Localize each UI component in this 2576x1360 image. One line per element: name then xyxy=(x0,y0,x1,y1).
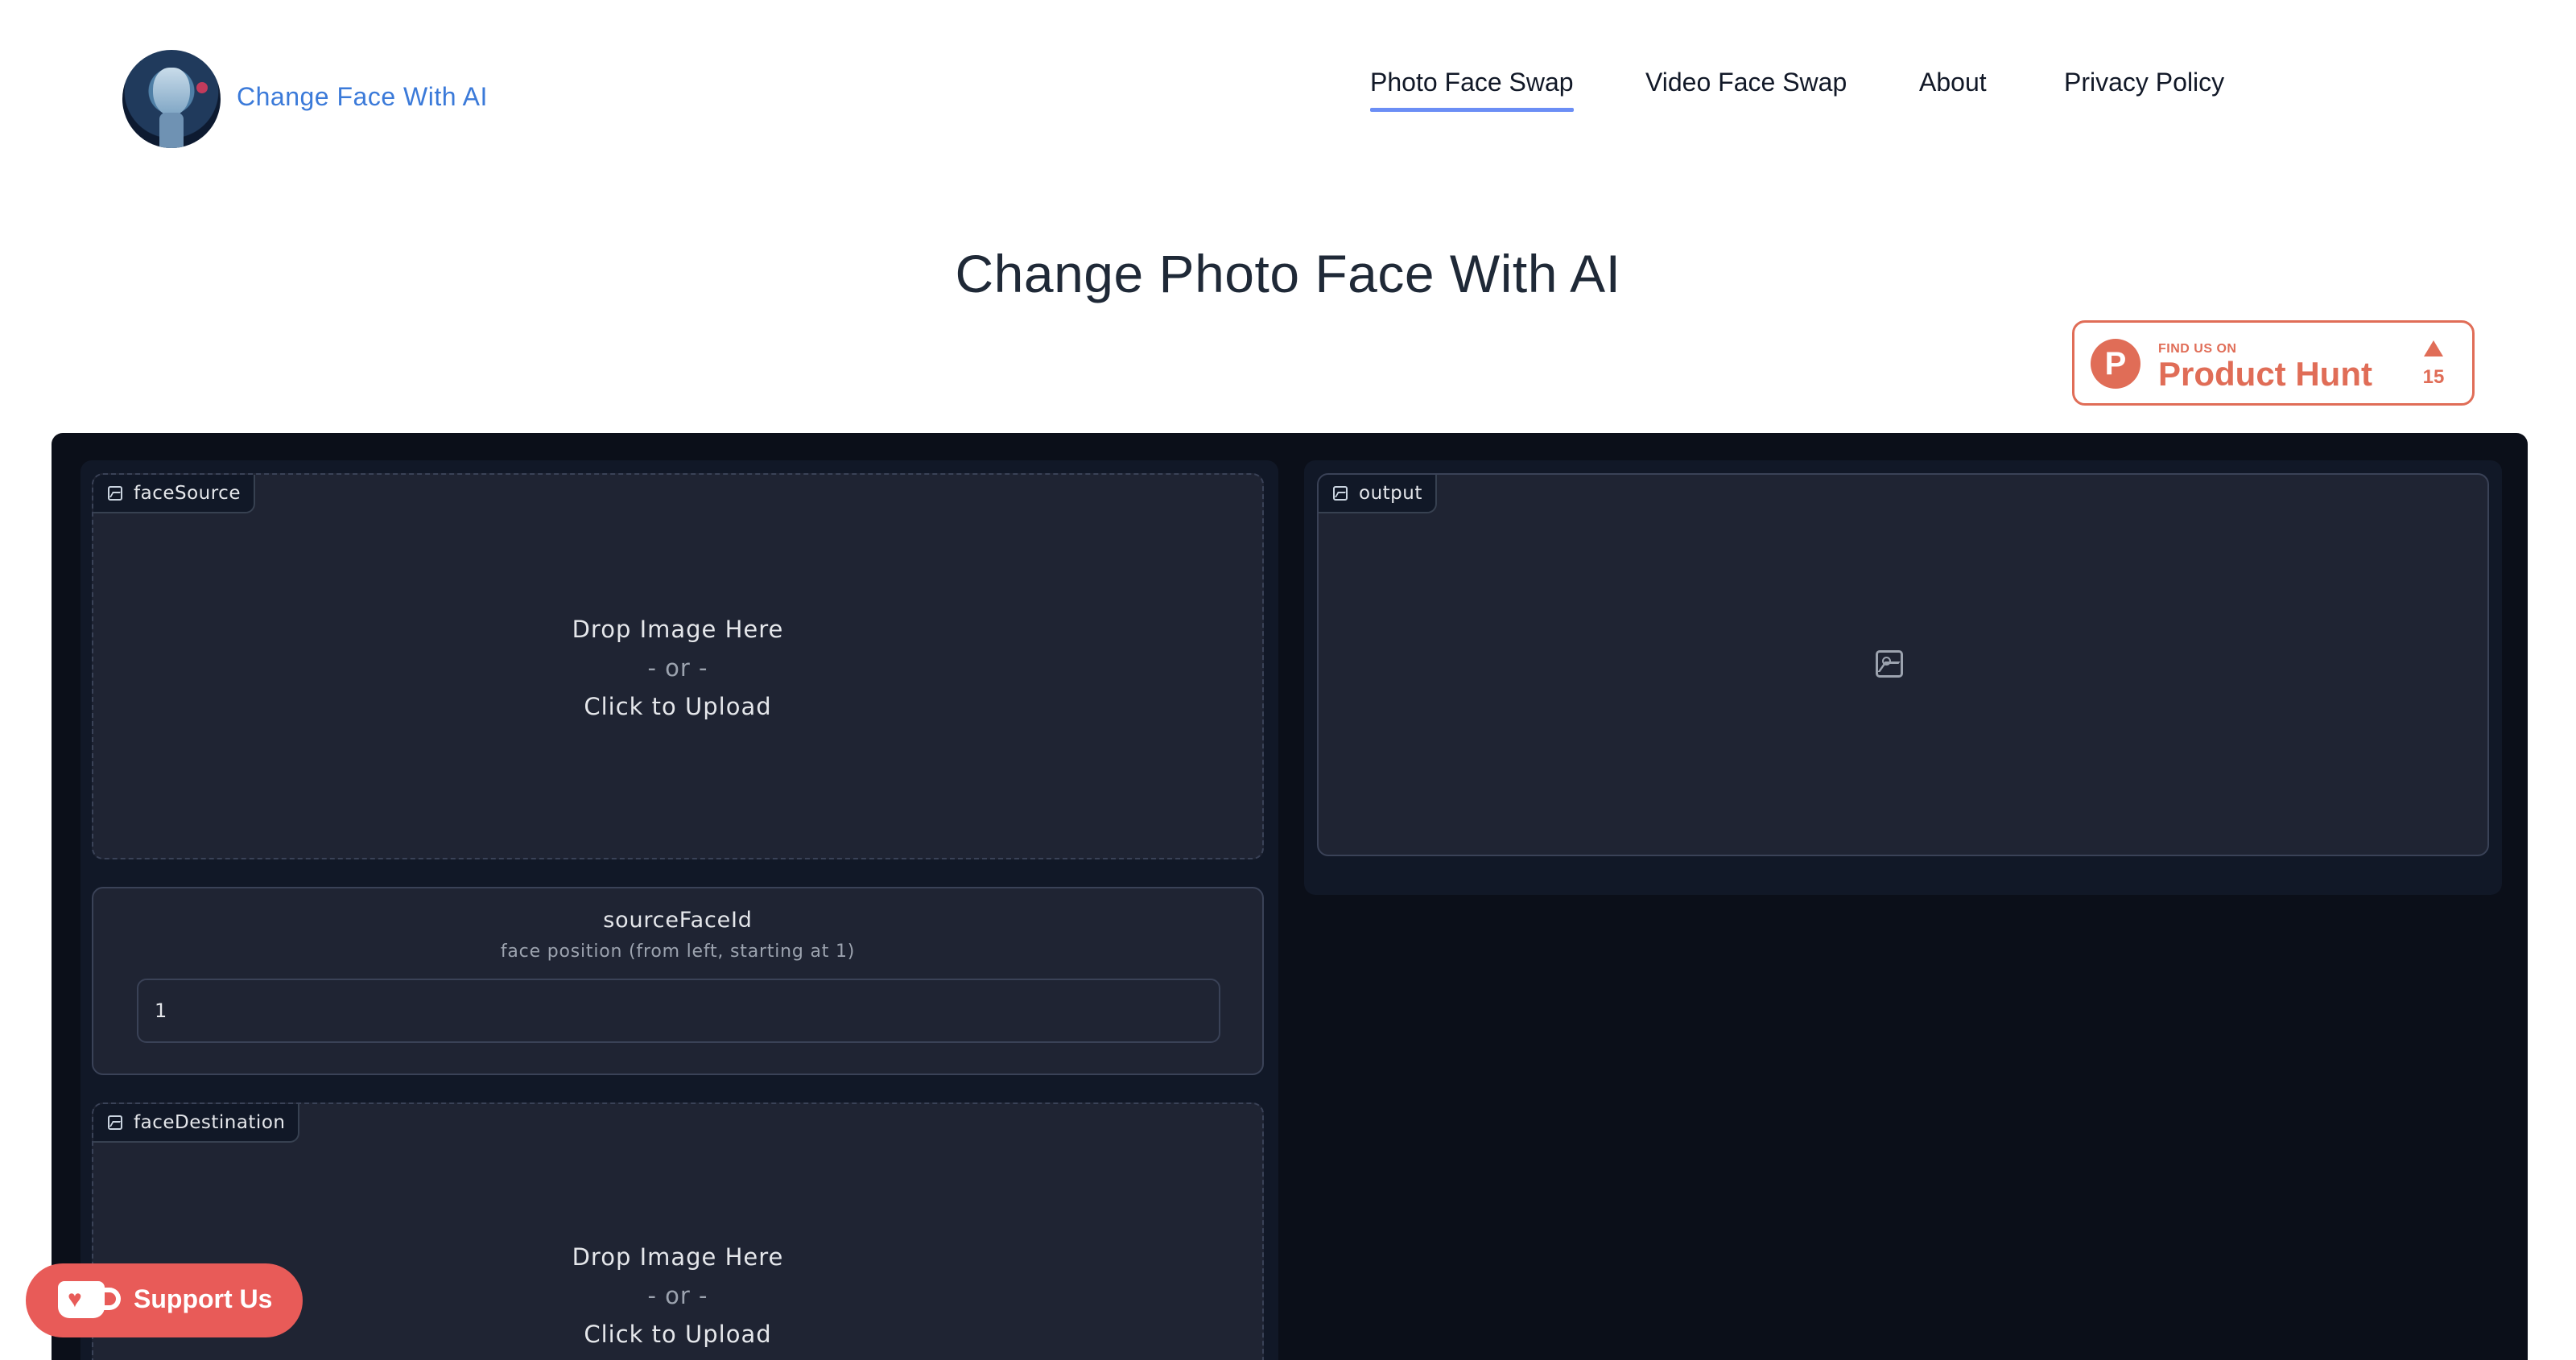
face-source-drop-text: Drop Image Here - or - Click to Upload xyxy=(93,610,1262,726)
heart-icon: ♥ xyxy=(68,1286,82,1313)
coffee-cup-icon: ♥ xyxy=(58,1281,105,1318)
output-image-panel: output xyxy=(1317,473,2489,856)
drop-instruction: Drop Image Here xyxy=(572,616,784,643)
source-face-id-input[interactable]: 1 xyxy=(137,979,1220,1043)
avatar-face xyxy=(153,68,190,116)
product-hunt-name: Product Hunt xyxy=(2158,355,2372,393)
source-face-id-block: sourceFaceId face position (from left, s… xyxy=(92,887,1264,1075)
face-source-label: faceSource xyxy=(134,483,241,504)
upvote-count: 15 xyxy=(2422,366,2445,388)
cup-handle xyxy=(101,1288,121,1310)
support-us-button[interactable]: ♥ Support Us xyxy=(26,1263,303,1337)
face-source-label-tag: faceSource xyxy=(93,475,255,513)
logo-text[interactable]: Change Face With AI xyxy=(237,82,488,112)
upvote-arrow-icon xyxy=(2424,340,2443,356)
face-destination-label: faceDestination xyxy=(134,1112,286,1133)
logo-avatar[interactable] xyxy=(122,50,221,148)
avatar-neck xyxy=(159,113,184,148)
face-destination-label-tag: faceDestination xyxy=(93,1104,300,1143)
image-placeholder-icon xyxy=(1876,650,1903,678)
output-label: output xyxy=(1359,483,1422,504)
avatar-accent xyxy=(196,82,208,93)
support-us-label: Support Us xyxy=(134,1284,273,1313)
drop-or: - or - xyxy=(647,654,708,682)
face-source-dropzone[interactable]: faceSource Drop Image Here - or - Click … xyxy=(92,473,1264,859)
nav-photo-face-swap[interactable]: Photo Face Swap xyxy=(1370,68,1574,112)
click-to-upload: Click to Upload xyxy=(584,693,772,720)
product-hunt-logo-icon: P xyxy=(2091,339,2140,389)
nav-privacy-policy[interactable]: Privacy Policy xyxy=(2064,68,2224,97)
source-face-id-label: sourceFaceId xyxy=(603,908,753,933)
source-face-id-info: face position (from left, starting at 1) xyxy=(500,942,856,962)
nav-video-face-swap[interactable]: Video Face Swap xyxy=(1645,68,1847,97)
nav-about[interactable]: About xyxy=(1919,68,1987,97)
product-hunt-badge[interactable]: P FIND US ON Product Hunt 15 xyxy=(2072,320,2475,406)
page-title: Change Photo Face With AI xyxy=(955,244,1621,303)
output-label-tag: output xyxy=(1319,475,1437,513)
image-icon xyxy=(1333,486,1348,501)
image-icon xyxy=(108,486,122,501)
image-icon xyxy=(108,1115,122,1130)
